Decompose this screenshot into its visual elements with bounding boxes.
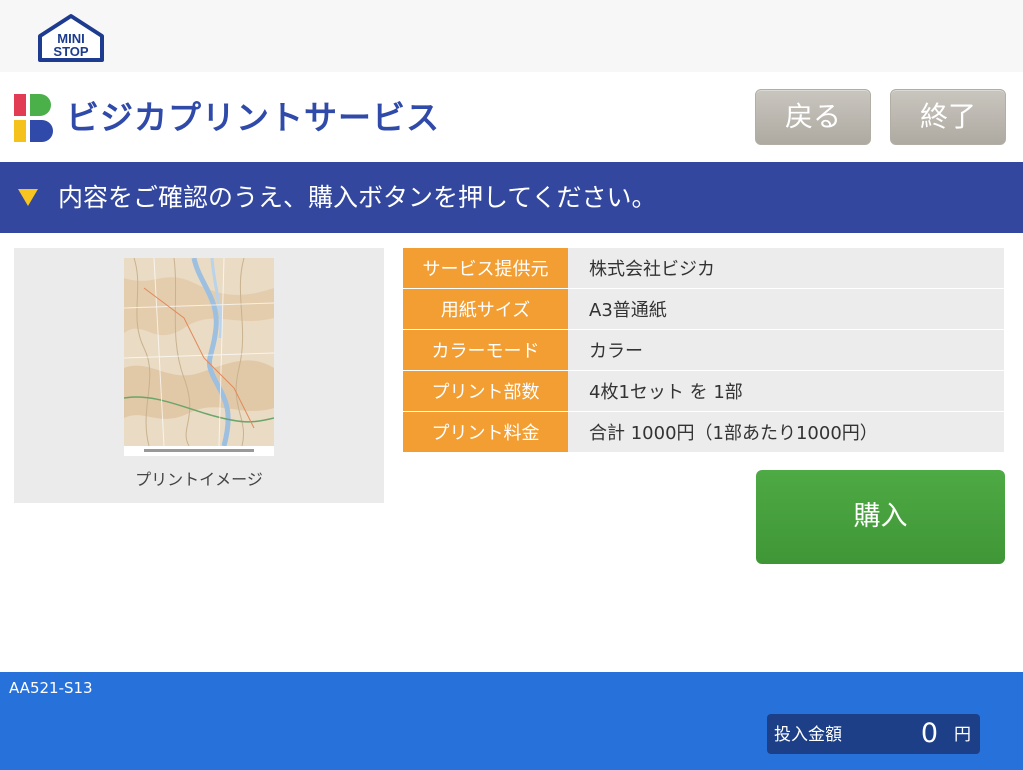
- bizika-b-logo-icon: [14, 94, 53, 142]
- triangle-down-icon: [18, 189, 38, 206]
- details-value: 合計 1000円（1部あたり1000円）: [568, 412, 1004, 453]
- order-details-table: サービス提供元 株式会社ビジカ 用紙サイズ A3普通紙 カラーモード カラー プ…: [403, 248, 1004, 453]
- details-row-copies: プリント部数 4枚1セット を 1部: [403, 371, 1004, 412]
- details-label: プリント料金: [403, 412, 568, 453]
- purchase-button[interactable]: 購入: [756, 470, 1005, 564]
- instruction-banner: 内容をご確認のうえ、購入ボタンを押してください。: [0, 162, 1023, 233]
- details-row-price: プリント料金 合計 1000円（1部あたり1000円）: [403, 412, 1004, 453]
- details-row-paper-size: 用紙サイズ A3普通紙: [403, 289, 1004, 330]
- details-value: 株式会社ビジカ: [568, 248, 1004, 289]
- preview-caption: プリントイメージ: [135, 470, 263, 489]
- map-thumbnail: [124, 258, 274, 456]
- details-label: 用紙サイズ: [403, 289, 568, 330]
- instruction-text: 内容をご確認のうえ、購入ボタンを押してください。: [58, 183, 657, 212]
- footer-bar: AA521-S13 投入金額 0 円: [0, 672, 1023, 770]
- details-value: 4枚1セット を 1部: [568, 371, 1004, 412]
- details-label: カラーモード: [403, 330, 568, 371]
- details-label: サービス提供元: [403, 248, 568, 289]
- service-header: ビジカプリントサービス 戻る 終了: [0, 72, 1023, 162]
- service-title: ビジカプリントサービス: [66, 98, 440, 137]
- print-preview-image: [124, 258, 274, 456]
- deposit-amount-display: 投入金額 0 円: [767, 714, 980, 754]
- print-preview-panel: プリントイメージ: [14, 248, 384, 503]
- details-row-color-mode: カラーモード カラー: [403, 330, 1004, 371]
- back-button[interactable]: 戻る: [755, 89, 871, 145]
- deposit-label: 投入金額: [774, 725, 842, 745]
- details-label: プリント部数: [403, 371, 568, 412]
- details-row-provider: サービス提供元 株式会社ビジカ: [403, 248, 1004, 289]
- terminal-code: AA521-S13: [9, 679, 93, 697]
- details-value: カラー: [568, 330, 1004, 371]
- end-button[interactable]: 終了: [890, 89, 1006, 145]
- ministop-logo: MINI STOP: [38, 14, 104, 62]
- top-bar: MINI STOP: [0, 0, 1023, 72]
- details-value: A3普通紙: [568, 289, 1004, 330]
- deposit-unit: 円: [954, 725, 971, 745]
- logo-text-line2: STOP: [53, 44, 88, 59]
- deposit-amount: 0: [920, 718, 938, 749]
